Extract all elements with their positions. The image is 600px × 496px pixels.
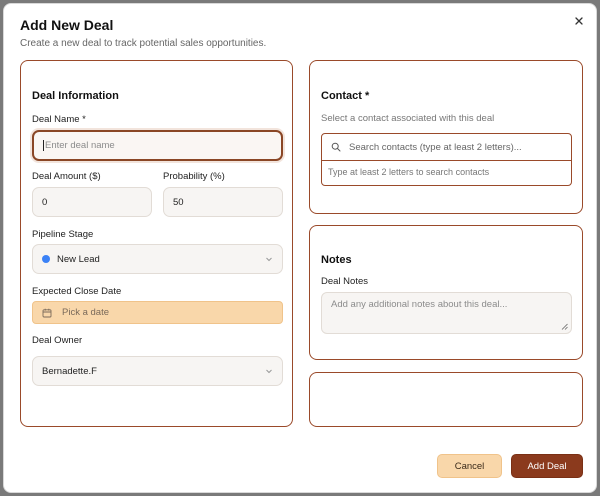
close-date-picker[interactable]: Pick a date <box>32 301 283 324</box>
contact-search-hint: Type at least 2 letters to search contac… <box>328 167 490 177</box>
close-date-label: Expected Close Date <box>32 286 122 297</box>
contact-search-box: Search contacts (type at least 2 letters… <box>321 133 572 186</box>
resize-handle-icon[interactable] <box>561 323 568 330</box>
close-icon[interactable] <box>572 14 586 28</box>
pipeline-stage-label: Pipeline Stage <box>32 229 94 240</box>
dialog-subtitle: Create a new deal to track potential sal… <box>20 38 267 49</box>
deal-owner-select[interactable]: Bernadette.F <box>32 356 283 386</box>
contact-help-text: Select a contact associated with this de… <box>321 113 495 124</box>
search-icon <box>331 142 341 152</box>
contact-title: Contact * <box>321 90 370 102</box>
deal-name-label: Deal Name * <box>32 114 86 125</box>
deal-amount-label: Deal Amount ($) <box>32 171 101 182</box>
pipeline-stage-select[interactable]: New Lead <box>32 244 283 274</box>
chevron-down-icon <box>266 369 272 374</box>
deal-information-title: Deal Information <box>32 90 119 102</box>
deal-information-card: Deal Information Deal Name * Enter deal … <box>20 60 293 427</box>
probability-label: Probability (%) <box>163 171 225 182</box>
deal-name-input[interactable]: Enter deal name <box>32 130 283 161</box>
cancel-button[interactable]: Cancel <box>437 454 502 478</box>
probability-value: 50 <box>173 196 184 208</box>
notes-title: Notes <box>321 254 352 266</box>
chevron-down-icon <box>266 257 272 262</box>
contact-search-placeholder: Search contacts (type at least 2 letters… <box>349 141 522 153</box>
notes-card: Notes Deal Notes Add any additional note… <box>309 225 583 360</box>
contact-card: Contact * Select a contact associated wi… <box>309 60 583 214</box>
deal-amount-input[interactable]: 0 <box>32 187 152 217</box>
close-date-placeholder: Pick a date <box>62 307 109 318</box>
contact-search-input[interactable]: Search contacts (type at least 2 letters… <box>322 134 571 161</box>
probability-input[interactable]: 50 <box>163 187 283 217</box>
deal-name-placeholder: Enter deal name <box>45 140 115 151</box>
deal-notes-label: Deal Notes <box>321 276 368 287</box>
empty-card <box>309 372 583 427</box>
add-deal-dialog: Add New Deal Create a new deal to track … <box>3 3 597 493</box>
deal-owner-label: Deal Owner <box>32 335 83 346</box>
deal-owner-value: Bernadette.F <box>42 365 97 377</box>
deal-notes-placeholder: Add any additional notes about this deal… <box>331 299 508 310</box>
dialog-title: Add New Deal <box>20 17 114 33</box>
stage-dot-icon <box>42 255 50 263</box>
add-deal-button[interactable]: Add Deal <box>511 454 583 478</box>
pipeline-stage-value: New Lead <box>57 253 100 265</box>
deal-notes-textarea[interactable]: Add any additional notes about this deal… <box>321 292 572 334</box>
text-caret <box>43 140 44 151</box>
calendar-icon <box>42 308 52 317</box>
deal-amount-value: 0 <box>42 196 48 208</box>
